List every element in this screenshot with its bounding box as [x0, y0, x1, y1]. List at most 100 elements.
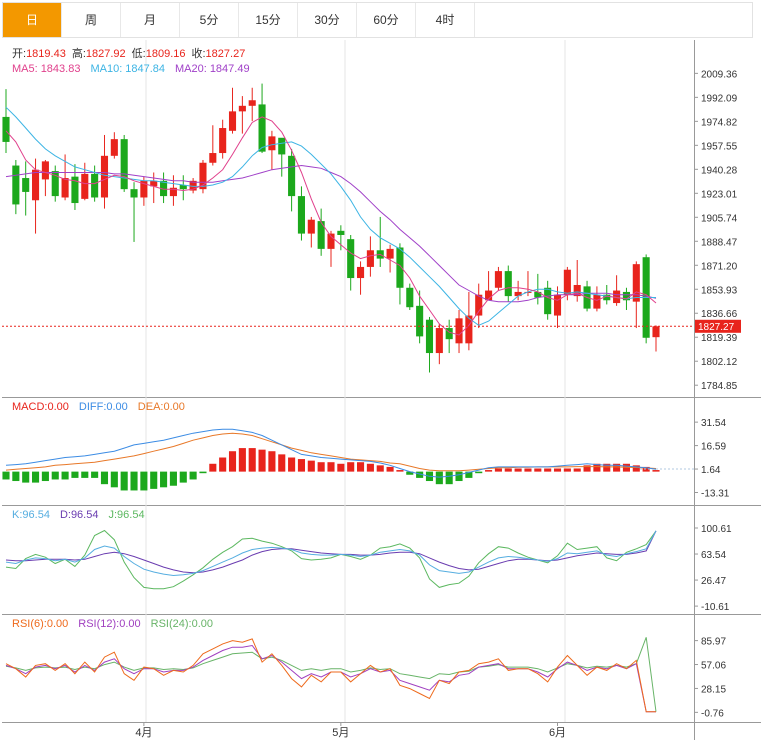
macd-bar	[100, 471, 109, 485]
macd-bar	[485, 470, 493, 472]
ma-legend: MA5: 1843.83 MA10: 1847.84 MA20: 1847.49	[12, 63, 250, 75]
macd-bar	[51, 471, 59, 480]
candle-body	[435, 328, 443, 354]
macd-bar	[120, 471, 128, 491]
date-tick-label-2: 6月	[549, 727, 566, 739]
rsi12-line	[5, 644, 656, 713]
price-axis-tick-label-12: 1802.12	[701, 357, 738, 368]
candle	[150, 172, 158, 204]
candle-body	[110, 139, 118, 156]
candle-body	[297, 196, 305, 234]
candle-body	[455, 318, 463, 344]
macd-bar	[504, 468, 512, 472]
macd-bar	[189, 471, 197, 480]
rsi-axis-tick-label-0: 85.97	[701, 637, 726, 648]
candle	[169, 175, 177, 206]
macd-bar	[455, 471, 463, 482]
candle-body	[632, 264, 640, 302]
price-axis-tick-label-10: 1836.66	[701, 309, 738, 320]
price-axis-tick-label-4: 1940.28	[701, 165, 738, 176]
candle-body	[268, 136, 276, 151]
macd-bar	[32, 471, 40, 483]
macd-bar	[652, 470, 660, 472]
ohlc-legend: 开:1819.43 高:1827.92 低:1809.16 收:1827.27	[12, 46, 245, 60]
candle-body	[386, 248, 394, 259]
stock-chart[interactable]: 2009.36 1992.09 1974.82 1957.55 1940.28 1923.…	[0, 0, 761, 752]
rsi24-line	[5, 637, 657, 712]
macd-bar	[91, 471, 99, 478]
candle-body	[307, 219, 315, 234]
price-axis: 2009.36 1992.09 1974.82 1957.55 1940.28 1923.…	[694, 69, 738, 392]
candle	[652, 325, 660, 352]
macd-bar	[268, 451, 276, 472]
rsi-axis-tick-label-1: 57.06	[701, 661, 726, 672]
candle-body	[81, 173, 89, 199]
candle-body	[61, 178, 69, 198]
candle-body	[278, 137, 286, 155]
price-axis-tick-label-8: 1871.20	[701, 261, 738, 272]
svg-text:MACD:0.00DIFF:0.00DEA:0.00: MACD:0.00 DIFF:0.00 DEA:0.00	[12, 401, 185, 413]
rsi-axis: 85.97 57.06 28.15 -0.76	[694, 637, 726, 719]
candle	[268, 130, 276, 170]
macd-bar	[140, 471, 148, 491]
macd-bar	[445, 471, 453, 485]
candle-body	[91, 173, 99, 198]
macd-bar	[219, 457, 227, 472]
macd-bar	[573, 468, 581, 472]
candle-body	[563, 269, 571, 295]
candle-body	[41, 161, 49, 180]
macd-bar	[160, 471, 168, 488]
candle	[416, 290, 424, 344]
candle	[297, 186, 305, 241]
candle	[238, 96, 246, 134]
rsi6-line	[5, 638, 656, 713]
macd-bar	[228, 451, 237, 472]
current-price-label: 1827.27	[698, 322, 735, 333]
price-axis-tick-label-2: 1974.82	[701, 117, 738, 128]
candle	[110, 132, 118, 159]
price-axis-tick-label-7: 1888.47	[701, 237, 738, 248]
candle	[455, 309, 463, 354]
candle	[544, 280, 552, 320]
macd-bar	[357, 462, 365, 472]
candle	[71, 164, 79, 210]
macd-bar	[169, 471, 177, 486]
candle	[406, 283, 414, 310]
kdj-lines	[5, 529, 657, 590]
candle	[41, 159, 49, 197]
candle-body	[22, 178, 30, 192]
candle-body	[120, 139, 128, 190]
macd-bar	[386, 466, 394, 472]
macd-bar	[199, 471, 207, 474]
candle-body	[593, 294, 601, 309]
candle-body	[366, 250, 374, 267]
macd-legend: MACD:0.00 DIFF:0.00 DEA:0.00	[12, 401, 185, 413]
candle	[504, 265, 512, 302]
price-axis-tick-label-6: 1905.74	[701, 213, 738, 224]
macd-bar	[130, 471, 138, 491]
kdj-axis-tick-label-0: 100.61	[701, 524, 732, 535]
macd-bar	[553, 468, 562, 472]
candle-body	[475, 294, 483, 316]
macd-bar	[514, 468, 522, 472]
macd-histogram	[2, 448, 694, 491]
macd-axis-tick-label-0: 31.54	[701, 418, 726, 429]
price-axis-tick-label-11: 1819.39	[701, 333, 738, 344]
candle	[603, 284, 611, 305]
macd-bar	[347, 462, 355, 472]
candle	[613, 275, 621, 306]
macd-bar	[524, 468, 532, 472]
date-tick-label-0: 4月	[135, 727, 152, 739]
svg-text:RSI(6):0.00RSI(12):0.00RSI(24): RSI(6):0.00 RSI(12):0.00 RSI(24):0.00	[12, 618, 213, 630]
ma10-line	[5, 106, 656, 326]
date-axis: 4月 5月 6月	[135, 722, 566, 739]
candle	[396, 243, 404, 305]
macd-bar	[494, 468, 502, 472]
candle	[485, 271, 493, 301]
candlestick-series	[2, 83, 660, 373]
kdj-legend: K:96.54 D:96.54 J:96.54	[12, 509, 145, 521]
macd-bar	[288, 457, 296, 472]
candle	[357, 261, 365, 295]
candle	[209, 125, 217, 166]
candle-body	[553, 294, 562, 316]
